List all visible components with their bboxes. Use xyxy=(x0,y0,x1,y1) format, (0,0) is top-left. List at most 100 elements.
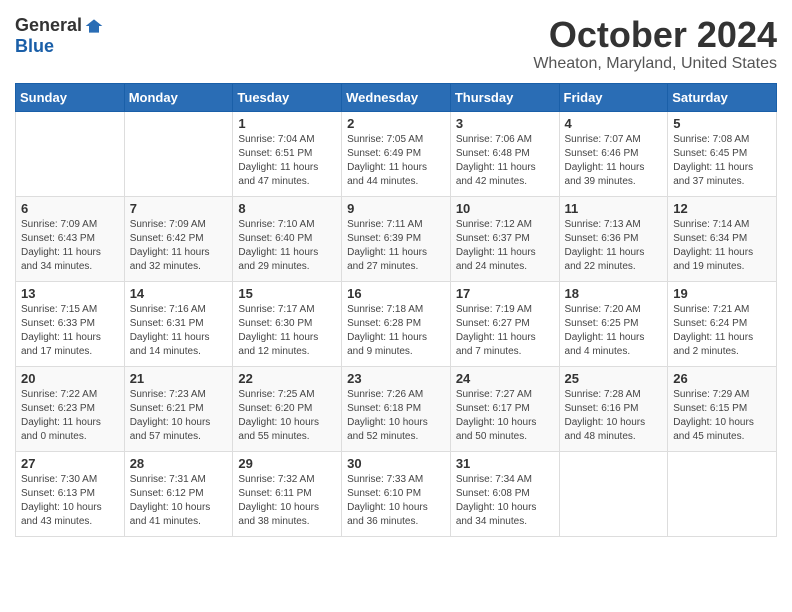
day-info: Sunrise: 7:15 AM Sunset: 6:33 PM Dayligh… xyxy=(21,303,119,359)
day-number: 16 xyxy=(347,286,445,301)
calendar-day-cell: 23 Sunrise: 7:26 AM Sunset: 6:18 PM Dayli… xyxy=(342,366,451,451)
day-info: Sunrise: 7:09 AM Sunset: 6:43 PM Dayligh… xyxy=(21,218,119,274)
day-number: 22 xyxy=(238,371,336,386)
day-of-week-header: Tuesday xyxy=(233,83,342,111)
calendar-day-cell: 9 Sunrise: 7:11 AM Sunset: 6:39 PM Daylig… xyxy=(342,196,451,281)
day-of-week-header: Sunday xyxy=(16,83,125,111)
logo-icon xyxy=(84,16,104,36)
day-info: Sunrise: 7:12 AM Sunset: 6:37 PM Dayligh… xyxy=(456,218,554,274)
calendar-week-row: 1Sunrise: 7:04 AM Sunset: 6:51 PM Daylig… xyxy=(16,111,777,196)
calendar-day-cell: 28 Sunrise: 7:31 AM Sunset: 6:12 PM Dayli… xyxy=(124,451,233,536)
calendar-day-cell: 8 Sunrise: 7:10 AM Sunset: 6:40 PM Daylig… xyxy=(233,196,342,281)
calendar-day-cell xyxy=(559,451,668,536)
calendar-week-row: 20 Sunrise: 7:22 AM Sunset: 6:23 PM Dayli… xyxy=(16,366,777,451)
page-header: General Blue October 2024 Wheaton, Maryl… xyxy=(15,15,777,73)
day-number: 15 xyxy=(238,286,336,301)
day-of-week-header: Friday xyxy=(559,83,668,111)
day-number: 25 xyxy=(565,371,663,386)
day-number: 21 xyxy=(130,371,228,386)
day-number: 2 xyxy=(347,116,445,131)
calendar-day-cell: 20 Sunrise: 7:22 AM Sunset: 6:23 PM Dayli… xyxy=(16,366,125,451)
calendar-day-cell: 19 Sunrise: 7:21 AM Sunset: 6:24 PM Dayli… xyxy=(668,281,777,366)
calendar-day-cell: 24 Sunrise: 7:27 AM Sunset: 6:17 PM Dayli… xyxy=(450,366,559,451)
day-number: 3 xyxy=(456,116,554,131)
calendar-week-row: 27Sunrise: 7:30 AM Sunset: 6:13 PM Dayli… xyxy=(16,451,777,536)
day-info: Sunrise: 7:25 AM Sunset: 6:20 PM Dayligh… xyxy=(238,388,336,444)
day-number: 6 xyxy=(21,201,119,216)
day-info: Sunrise: 7:09 AM Sunset: 6:42 PM Dayligh… xyxy=(130,218,228,274)
day-info: Sunrise: 7:23 AM Sunset: 6:21 PM Dayligh… xyxy=(130,388,228,444)
day-number: 13 xyxy=(21,286,119,301)
day-info: Sunrise: 7:19 AM Sunset: 6:27 PM Dayligh… xyxy=(456,303,554,359)
day-info: Sunrise: 7:31 AM Sunset: 6:12 PM Dayligh… xyxy=(130,473,228,529)
logo-general-text: General xyxy=(15,15,82,36)
day-info: Sunrise: 7:22 AM Sunset: 6:23 PM Dayligh… xyxy=(21,388,119,444)
day-number: 28 xyxy=(130,456,228,471)
calendar-day-cell: 27Sunrise: 7:30 AM Sunset: 6:13 PM Dayli… xyxy=(16,451,125,536)
day-number: 24 xyxy=(456,371,554,386)
day-info: Sunrise: 7:05 AM Sunset: 6:49 PM Dayligh… xyxy=(347,133,445,189)
day-number: 30 xyxy=(347,456,445,471)
day-info: Sunrise: 7:06 AM Sunset: 6:48 PM Dayligh… xyxy=(456,133,554,189)
calendar-day-cell: 4Sunrise: 7:07 AM Sunset: 6:46 PM Daylig… xyxy=(559,111,668,196)
day-of-week-header: Saturday xyxy=(668,83,777,111)
day-info: Sunrise: 7:27 AM Sunset: 6:17 PM Dayligh… xyxy=(456,388,554,444)
day-number: 23 xyxy=(347,371,445,386)
day-info: Sunrise: 7:26 AM Sunset: 6:18 PM Dayligh… xyxy=(347,388,445,444)
day-of-week-header: Monday xyxy=(124,83,233,111)
day-info: Sunrise: 7:14 AM Sunset: 6:34 PM Dayligh… xyxy=(673,218,771,274)
calendar-day-cell: 18 Sunrise: 7:20 AM Sunset: 6:25 PM Dayli… xyxy=(559,281,668,366)
day-info: Sunrise: 7:11 AM Sunset: 6:39 PM Dayligh… xyxy=(347,218,445,274)
day-number: 9 xyxy=(347,201,445,216)
calendar-day-cell: 31Sunrise: 7:34 AM Sunset: 6:08 PM Dayli… xyxy=(450,451,559,536)
day-info: Sunrise: 7:34 AM Sunset: 6:08 PM Dayligh… xyxy=(456,473,554,529)
calendar-week-row: 6 Sunrise: 7:09 AM Sunset: 6:43 PM Daylig… xyxy=(16,196,777,281)
day-info: Sunrise: 7:21 AM Sunset: 6:24 PM Dayligh… xyxy=(673,303,771,359)
calendar-day-cell: 14Sunrise: 7:16 AM Sunset: 6:31 PM Dayli… xyxy=(124,281,233,366)
day-number: 11 xyxy=(565,201,663,216)
calendar-day-cell: 26 Sunrise: 7:29 AM Sunset: 6:15 PM Dayli… xyxy=(668,366,777,451)
day-of-week-header: Wednesday xyxy=(342,83,451,111)
calendar-day-cell: 12 Sunrise: 7:14 AM Sunset: 6:34 PM Dayli… xyxy=(668,196,777,281)
day-number: 8 xyxy=(238,201,336,216)
day-number: 29 xyxy=(238,456,336,471)
calendar-day-cell: 5Sunrise: 7:08 AM Sunset: 6:45 PM Daylig… xyxy=(668,111,777,196)
calendar-day-cell: 29 Sunrise: 7:32 AM Sunset: 6:11 PM Dayli… xyxy=(233,451,342,536)
day-number: 26 xyxy=(673,371,771,386)
day-info: Sunrise: 7:04 AM Sunset: 6:51 PM Dayligh… xyxy=(238,133,336,189)
day-number: 19 xyxy=(673,286,771,301)
day-info: Sunrise: 7:17 AM Sunset: 6:30 PM Dayligh… xyxy=(238,303,336,359)
calendar-day-cell: 1Sunrise: 7:04 AM Sunset: 6:51 PM Daylig… xyxy=(233,111,342,196)
day-number: 20 xyxy=(21,371,119,386)
day-info: Sunrise: 7:10 AM Sunset: 6:40 PM Dayligh… xyxy=(238,218,336,274)
calendar-day-cell xyxy=(124,111,233,196)
day-number: 14 xyxy=(130,286,228,301)
logo-blue-text: Blue xyxy=(15,36,54,57)
day-info: Sunrise: 7:29 AM Sunset: 6:15 PM Dayligh… xyxy=(673,388,771,444)
calendar-day-cell: 15 Sunrise: 7:17 AM Sunset: 6:30 PM Dayli… xyxy=(233,281,342,366)
day-info: Sunrise: 7:18 AM Sunset: 6:28 PM Dayligh… xyxy=(347,303,445,359)
day-of-week-header: Thursday xyxy=(450,83,559,111)
calendar-day-cell: 21 Sunrise: 7:23 AM Sunset: 6:21 PM Dayli… xyxy=(124,366,233,451)
day-number: 10 xyxy=(456,201,554,216)
day-number: 18 xyxy=(565,286,663,301)
calendar-day-cell: 16 Sunrise: 7:18 AM Sunset: 6:28 PM Dayli… xyxy=(342,281,451,366)
calendar-day-cell: 25 Sunrise: 7:28 AM Sunset: 6:16 PM Dayli… xyxy=(559,366,668,451)
day-info: Sunrise: 7:20 AM Sunset: 6:25 PM Dayligh… xyxy=(565,303,663,359)
day-info: Sunrise: 7:28 AM Sunset: 6:16 PM Dayligh… xyxy=(565,388,663,444)
day-number: 27 xyxy=(21,456,119,471)
day-number: 17 xyxy=(456,286,554,301)
day-info: Sunrise: 7:32 AM Sunset: 6:11 PM Dayligh… xyxy=(238,473,336,529)
day-number: 12 xyxy=(673,201,771,216)
day-info: Sunrise: 7:07 AM Sunset: 6:46 PM Dayligh… xyxy=(565,133,663,189)
day-info: Sunrise: 7:13 AM Sunset: 6:36 PM Dayligh… xyxy=(565,218,663,274)
calendar-day-cell xyxy=(668,451,777,536)
logo: General Blue xyxy=(15,15,104,57)
title-section: October 2024 Wheaton, Maryland, United S… xyxy=(533,15,777,73)
calendar-day-cell: 11 Sunrise: 7:13 AM Sunset: 6:36 PM Dayli… xyxy=(559,196,668,281)
day-info: Sunrise: 7:08 AM Sunset: 6:45 PM Dayligh… xyxy=(673,133,771,189)
calendar-header-row: SundayMondayTuesdayWednesdayThursdayFrid… xyxy=(16,83,777,111)
calendar-day-cell: 10 Sunrise: 7:12 AM Sunset: 6:37 PM Dayli… xyxy=(450,196,559,281)
month-title: October 2024 xyxy=(533,15,777,55)
calendar-week-row: 13 Sunrise: 7:15 AM Sunset: 6:33 PM Dayli… xyxy=(16,281,777,366)
